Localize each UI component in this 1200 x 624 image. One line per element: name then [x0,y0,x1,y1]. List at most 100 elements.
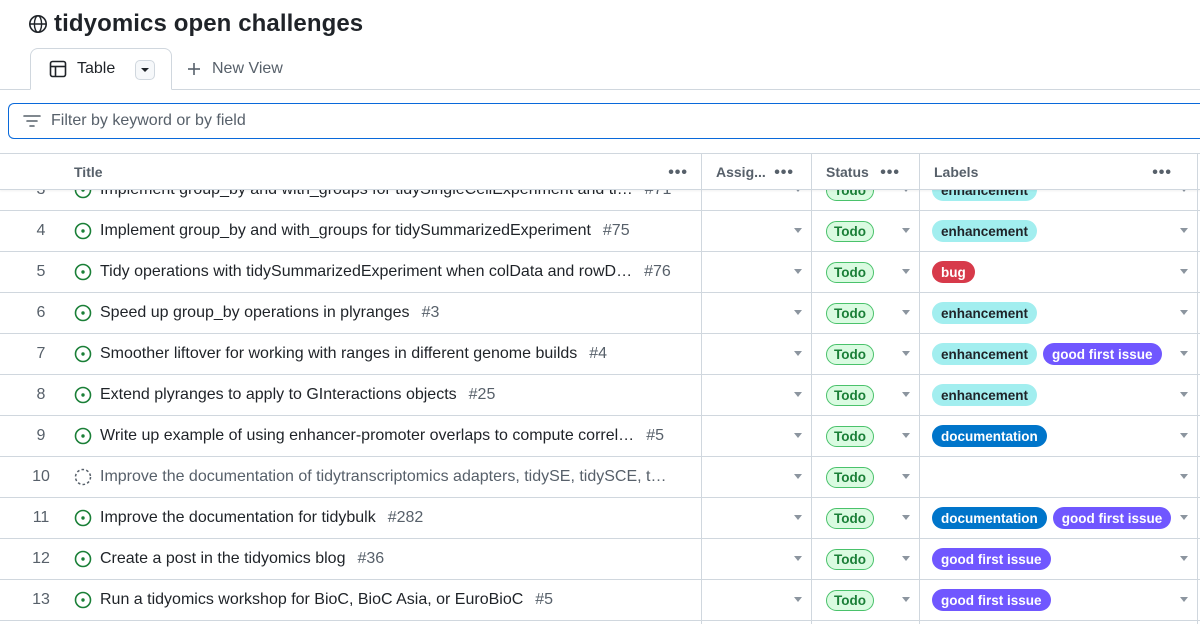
title-cell[interactable]: Extend plyranges to apply to GInteractio… [74,375,698,415]
title-cell[interactable]: Implement group_by and with_groups for t… [74,211,698,251]
status-cell[interactable]: Todo [826,211,920,251]
chevron-down-icon[interactable] [794,351,802,356]
title-cell[interactable]: Write up example of using enhancer-promo… [74,416,698,456]
status-cell[interactable]: Todo [826,334,920,374]
table-row[interactable]: 4 Implement group_by and with_groups for … [0,211,1200,252]
status-cell[interactable]: Todo [826,375,920,415]
issue-title-link[interactable]: Implement group_by and with_groups for t… [100,222,591,240]
labels-cell[interactable]: bug [932,252,1200,292]
issue-number[interactable]: #5 [535,591,553,609]
table-row[interactable]: 7 Smoother liftover for working with rang… [0,334,1200,375]
column-divider[interactable] [919,154,920,624]
labels-cell[interactable]: enhancement [932,375,1200,415]
chevron-down-icon[interactable] [902,474,910,479]
view-options-button[interactable] [135,60,155,80]
table-row[interactable]: 6 Speed up group_by operations in plyrang… [0,293,1200,334]
chevron-down-icon[interactable] [794,556,802,561]
column-header-title[interactable]: Title ••• [74,154,702,190]
chevron-down-icon[interactable] [1180,310,1188,315]
labels-cell[interactable]: documentation good first issue [932,498,1200,538]
table-row[interactable]: 12 Create a post in the tidyomics blog #36… [0,539,1200,580]
new-view-button[interactable]: New View [186,48,283,90]
column-divider[interactable] [811,154,812,624]
assignees-cell[interactable] [702,498,812,538]
column-header-status[interactable]: Status ••• [826,154,920,190]
table-row[interactable]: 9 Write up example of using enhancer-prom… [0,416,1200,457]
issue-number[interactable]: #5 [646,427,664,445]
chevron-down-icon[interactable] [902,351,910,356]
title-cell[interactable]: Run a tidyomics workshop for BioC, BioC … [74,580,698,620]
assignees-cell[interactable] [702,252,812,292]
column-header-assignees[interactable]: Assig... ••• [716,154,812,190]
title-cell[interactable]: Improve the documentation for tidybulk #2… [74,498,698,538]
chevron-down-icon[interactable] [1180,433,1188,438]
chevron-down-icon[interactable] [794,515,802,520]
chevron-down-icon[interactable] [1180,597,1188,602]
title-cell[interactable]: Tidy operations with tidySummarizedExper… [74,252,698,292]
column-header-labels[interactable]: Labels ••• [934,154,1200,190]
assignees-cell[interactable] [702,416,812,456]
issue-title-link[interactable]: Tidy operations with tidySummarizedExper… [100,263,632,281]
status-cell[interactable]: Todo [826,539,920,579]
status-cell[interactable]: Todo [826,416,920,456]
chevron-down-icon[interactable] [902,433,910,438]
chevron-down-icon[interactable] [794,433,802,438]
assignees-cell[interactable] [702,457,812,497]
issue-title-link[interactable]: Run a tidyomics workshop for BioC, BioC … [100,591,523,609]
issue-title-link[interactable]: Improve the documentation for tidybulk [100,509,376,527]
status-cell[interactable]: Todo [826,252,920,292]
column-menu-status-icon[interactable]: ••• [880,164,900,182]
chevron-down-icon[interactable] [902,269,910,274]
assignees-cell[interactable] [702,211,812,251]
tab-table[interactable]: Table [30,48,172,90]
labels-cell[interactable]: enhancement [932,293,1200,333]
issue-number[interactable]: #75 [603,222,630,240]
labels-cell[interactable]: good first issue [932,539,1200,579]
labels-cell[interactable] [932,457,1200,497]
chevron-down-icon[interactable] [1180,515,1188,520]
status-cell[interactable]: Todo [826,457,920,497]
title-cell[interactable]: Speed up group_by operations in plyrange… [74,293,698,333]
chevron-down-icon[interactable] [1180,392,1188,397]
assignees-cell[interactable] [702,375,812,415]
chevron-down-icon[interactable] [902,310,910,315]
assignees-cell[interactable] [702,293,812,333]
assignees-cell[interactable] [702,539,812,579]
issue-title-link[interactable]: Write up example of using enhancer-promo… [100,427,634,445]
issue-number[interactable]: #36 [357,550,384,568]
column-menu-title-icon[interactable]: ••• [668,164,688,182]
title-cell[interactable]: Smoother liftover for working with range… [74,334,698,374]
table-row[interactable]: 13 Run a tidyomics workshop for BioC, Bio… [0,580,1200,621]
column-divider[interactable] [1197,154,1198,624]
chevron-down-icon[interactable] [1180,351,1188,356]
filter-input[interactable]: Filter by keyword or by field [8,103,1200,139]
chevron-down-icon[interactable] [794,269,802,274]
table-row[interactable]: 10 Improve the documentation of tidytrans… [0,457,1200,498]
labels-cell[interactable]: good first issue [932,580,1200,620]
issue-title-link[interactable]: Create a post in the tidyomics blog [100,550,345,568]
chevron-down-icon[interactable] [902,556,910,561]
chevron-down-icon[interactable] [902,515,910,520]
assignees-cell[interactable] [702,334,812,374]
labels-cell[interactable]: enhancement good first issue [932,334,1200,374]
issue-number[interactable]: #76 [644,263,671,281]
chevron-down-icon[interactable] [902,392,910,397]
title-cell[interactable]: Create a post in the tidyomics blog #36 [74,539,698,579]
issue-title-link[interactable]: Smoother liftover for working with range… [100,345,577,363]
labels-cell[interactable]: documentation [932,416,1200,456]
chevron-down-icon[interactable] [794,474,802,479]
table-row[interactable]: 5 Tidy operations with tidySummarizedExpe… [0,252,1200,293]
table-row[interactable]: 11 Improve the documentation for tidybulk… [0,498,1200,539]
status-cell[interactable]: Todo [826,293,920,333]
chevron-down-icon[interactable] [794,597,802,602]
issue-title-link[interactable]: Extend plyranges to apply to GInteractio… [100,386,457,404]
issue-title-link[interactable]: Speed up group_by operations in plyrange… [100,304,410,322]
issue-number[interactable]: #282 [388,509,424,527]
chevron-down-icon[interactable] [794,310,802,315]
status-cell[interactable]: Todo [826,580,920,620]
title-cell[interactable]: Improve the documentation of tidytranscr… [74,457,698,497]
chevron-down-icon[interactable] [902,597,910,602]
chevron-down-icon[interactable] [902,228,910,233]
issue-number[interactable]: #3 [422,304,440,322]
column-menu-labels-icon[interactable]: ••• [1152,164,1172,182]
